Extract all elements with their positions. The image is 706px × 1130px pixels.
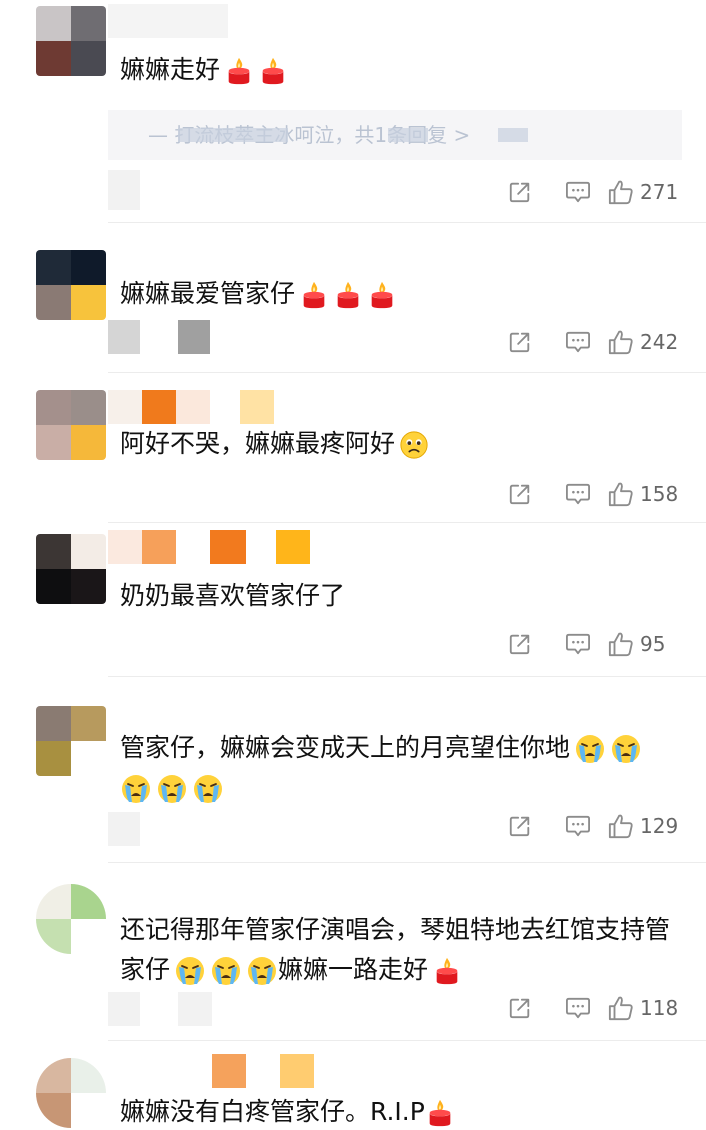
action-bar: 118 [492, 990, 682, 1026]
comment-text: 嫲嫲最爱管家仔 [120, 276, 680, 312]
reply-preview[interactable]: — 打流枝萃主冰呵泣，共1条回复 > [108, 110, 682, 160]
avatar[interactable] [36, 6, 106, 76]
candle-emoji [299, 280, 329, 310]
crying-emoji [156, 773, 188, 805]
comment-text: 管家仔，嫲嫲会变成天上的月亮望住你地 [120, 728, 680, 808]
like-button[interactable]: 118 [608, 995, 682, 1021]
avatar[interactable] [36, 534, 106, 604]
action-bar: 95 [492, 626, 682, 662]
crying-emoji [210, 955, 242, 987]
candle-emoji [333, 280, 363, 310]
candle-emoji [258, 56, 288, 86]
reply-icon[interactable] [548, 632, 608, 656]
candle-emoji [367, 280, 397, 310]
like-button[interactable]: 271 [608, 179, 682, 205]
crying-emoji [174, 955, 206, 987]
reply-icon[interactable] [548, 996, 608, 1020]
avatar[interactable] [36, 250, 106, 320]
comment-text: 还记得那年管家仔演唱会，琴姐特地去红馆支持管家仔 嫲嫲一路走好 [120, 910, 680, 990]
username-blurred[interactable] [108, 1054, 314, 1088]
crying-emoji [574, 733, 606, 765]
like-count: 242 [640, 330, 679, 354]
sad-emoji [399, 430, 429, 460]
like-button[interactable]: 242 [608, 329, 682, 355]
like-button[interactable]: 95 [608, 631, 682, 657]
avatar[interactable] [36, 706, 106, 776]
like-count: 271 [640, 180, 679, 204]
share-icon[interactable] [492, 814, 548, 838]
thumbs-up-icon [608, 481, 634, 507]
username-blurred[interactable] [108, 390, 274, 424]
comment-text: 嫲嫲走好 [120, 52, 680, 88]
thumbs-up-icon [608, 631, 634, 657]
username-blurred[interactable] [108, 530, 310, 564]
candle-emoji [425, 1098, 455, 1128]
thumbs-up-icon [608, 329, 634, 355]
like-button[interactable]: 129 [608, 813, 682, 839]
candle-emoji [432, 956, 462, 986]
thumbs-up-icon [608, 813, 634, 839]
crying-emoji [120, 773, 152, 805]
action-bar: 158 [492, 476, 682, 512]
candle-emoji [224, 56, 254, 86]
action-bar: 242 [492, 324, 682, 360]
comment-text: 奶奶最喜欢管家仔了 [120, 581, 346, 610]
like-count: 129 [640, 814, 679, 838]
username-blurred[interactable] [108, 4, 228, 38]
avatar[interactable] [36, 884, 106, 954]
comment-text: 嫲嫲没有白疼管家仔。R.I.P [120, 1094, 680, 1130]
like-count: 118 [640, 996, 679, 1020]
reply-icon[interactable] [548, 330, 608, 354]
avatar[interactable] [36, 390, 106, 460]
crying-emoji [610, 733, 642, 765]
reply-icon[interactable] [548, 180, 608, 204]
reply-icon[interactable] [548, 814, 608, 838]
share-icon[interactable] [492, 632, 548, 656]
share-icon[interactable] [492, 482, 548, 506]
action-bar: 271 [492, 174, 682, 210]
share-icon[interactable] [492, 996, 548, 1020]
like-button[interactable]: 158 [608, 481, 682, 507]
reply-icon[interactable] [548, 482, 608, 506]
share-icon[interactable] [492, 180, 548, 204]
crying-emoji [192, 773, 224, 805]
like-count: 158 [640, 482, 679, 506]
like-count: 95 [640, 632, 666, 656]
avatar[interactable] [36, 1058, 106, 1128]
comment-text: 阿好不哭，嫲嫲最疼阿好 [120, 426, 680, 462]
thumbs-up-icon [608, 995, 634, 1021]
action-bar: 129 [492, 808, 682, 844]
crying-emoji [246, 955, 278, 987]
thumbs-up-icon [608, 179, 634, 205]
share-icon[interactable] [492, 330, 548, 354]
